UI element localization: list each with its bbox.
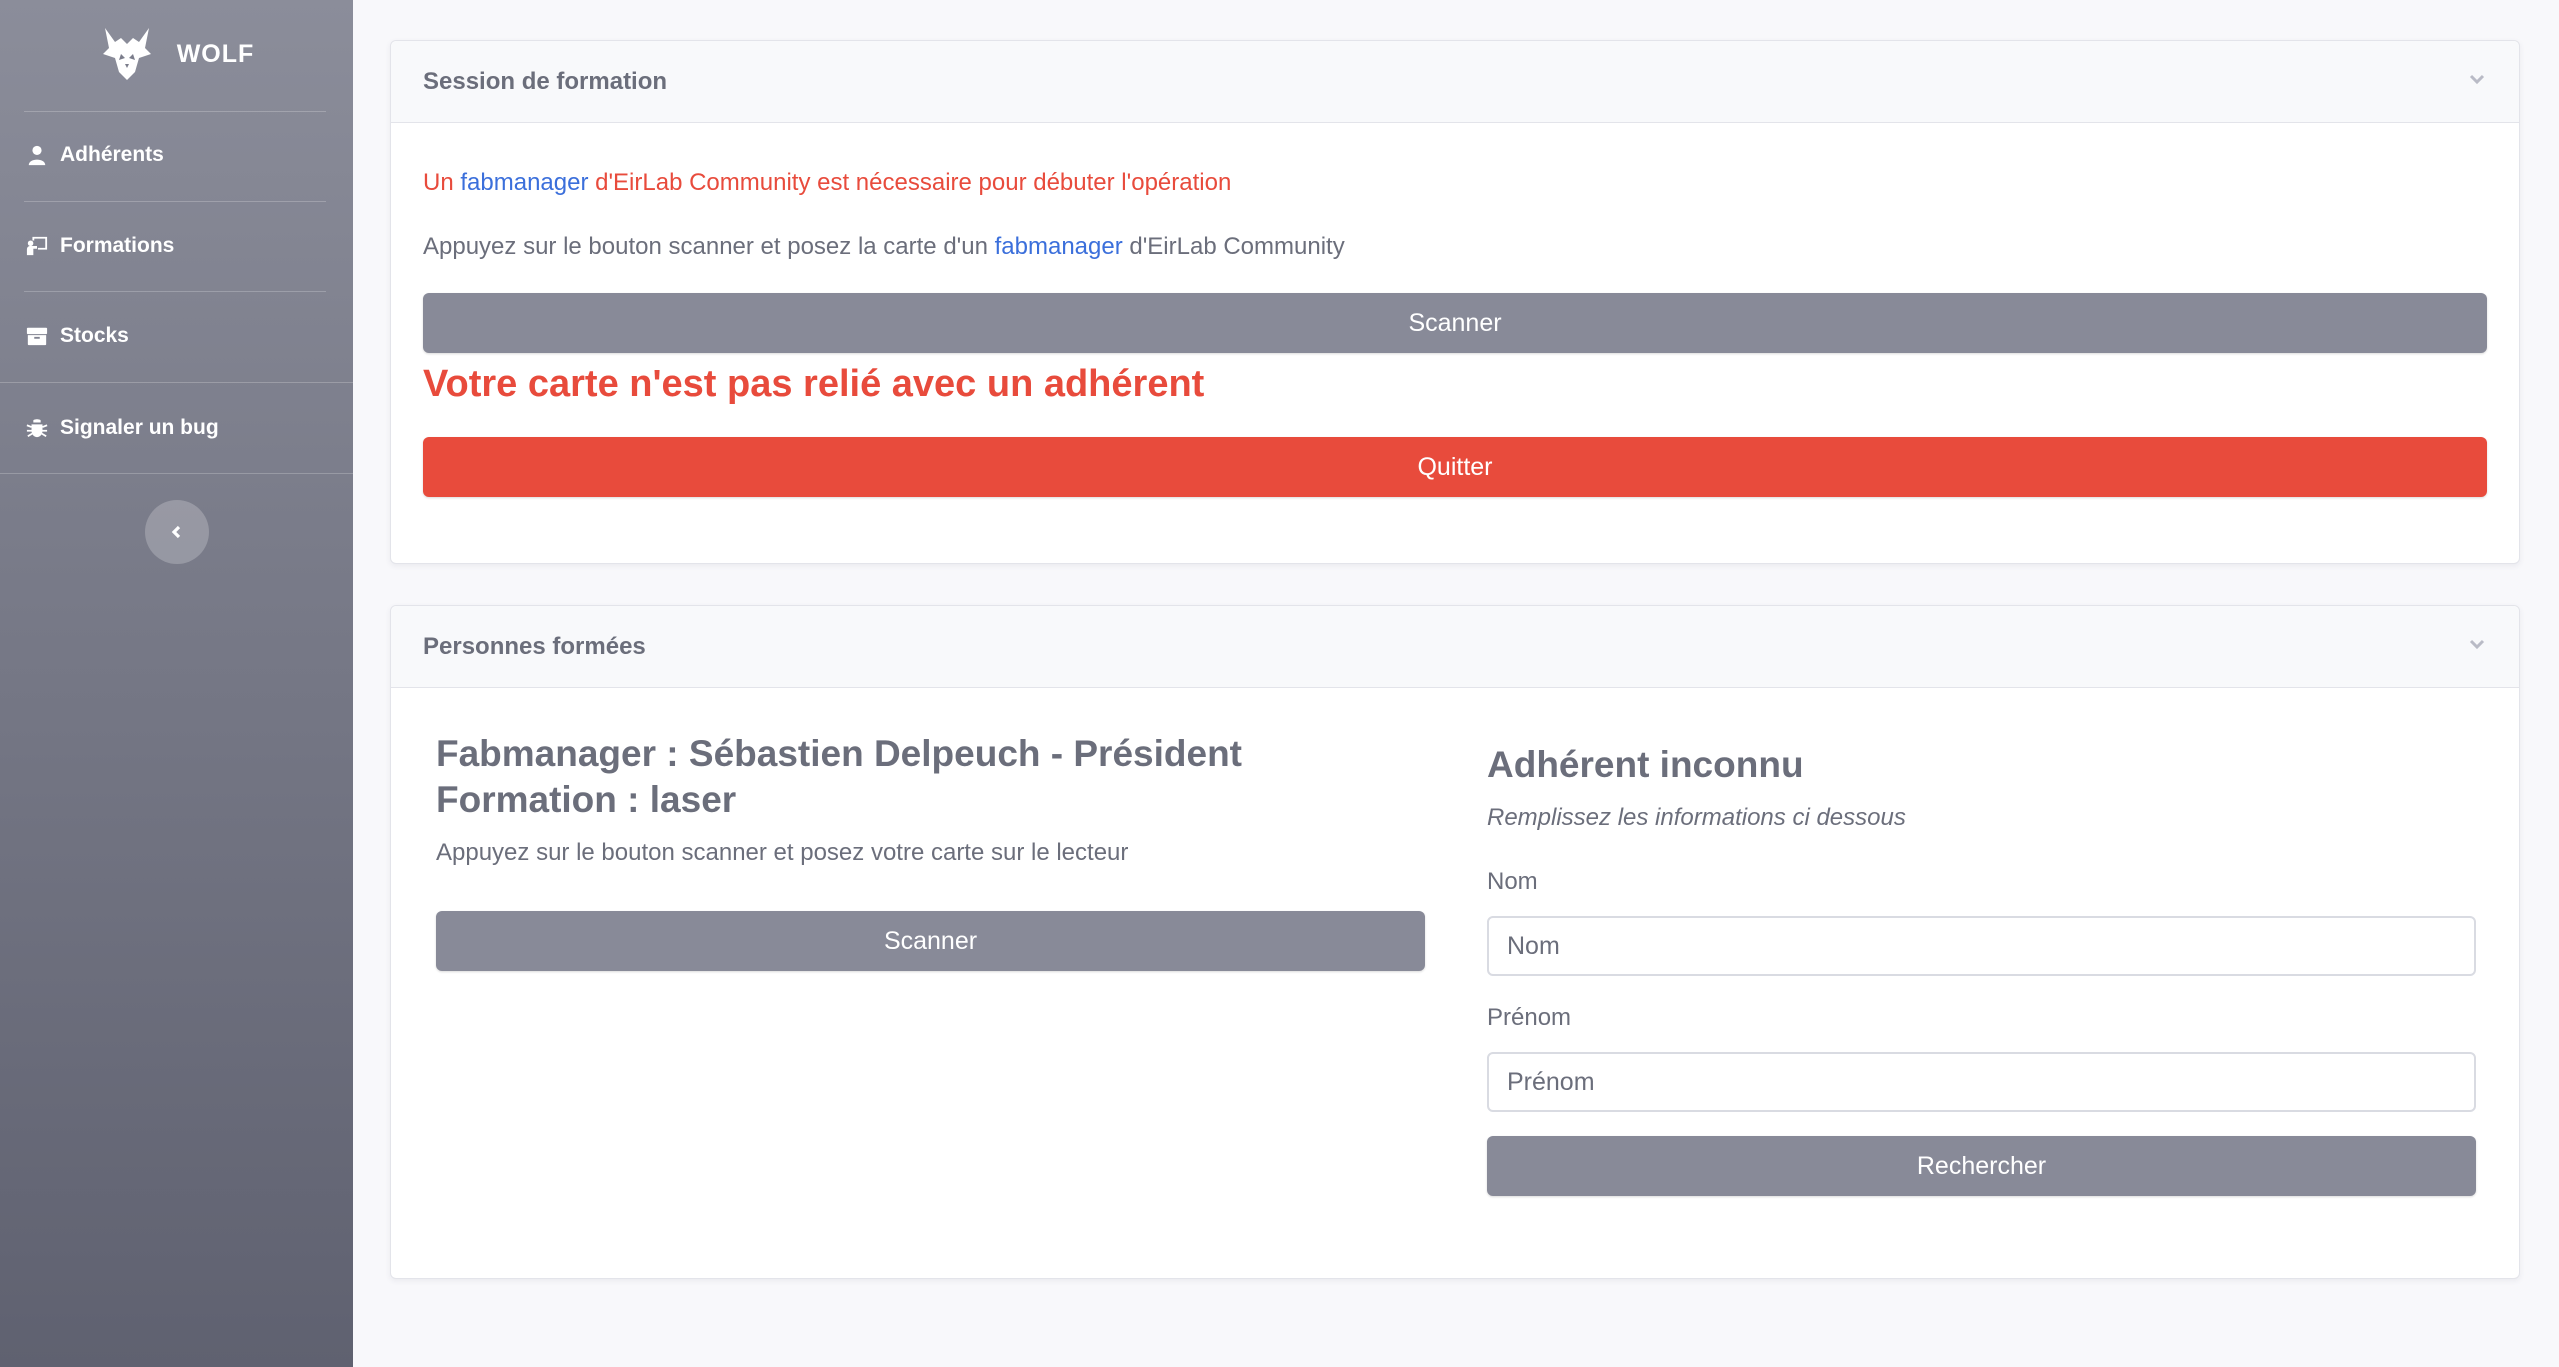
chalkboard-icon — [26, 236, 48, 256]
card-title: Personnes formées — [423, 632, 646, 660]
sidebar-item-adherents[interactable]: Adhérents — [26, 130, 326, 180]
scan-fabmanager-button[interactable]: Scanner — [423, 293, 2487, 353]
fabmanager-link[interactable]: fabmanager — [460, 169, 588, 196]
sidebar-item-label: Adhérents — [60, 143, 164, 166]
quit-button[interactable]: Quitter — [423, 437, 2487, 497]
brand-name: WOLF — [176, 39, 255, 68]
wolf-logo-icon — [102, 28, 151, 80]
session-card-header[interactable]: Session de formation — [391, 41, 2519, 123]
instruction-text: Appuyez sur le bouton scanner et posez l… — [423, 233, 995, 260]
requirement-text: Un — [423, 169, 461, 196]
formation-heading: Formation : laser — [436, 779, 737, 820]
sidebar-item-label: Formations — [60, 234, 175, 257]
sidebar-item-stocks[interactable]: Stocks — [26, 311, 326, 361]
brand[interactable]: WOLF — [0, 18, 353, 90]
chevron-down-icon[interactable] — [2467, 69, 2487, 94]
sidebar-divider — [24, 201, 326, 202]
card-title: Session de formation — [423, 67, 668, 95]
requirement-message: Un fabmanager d'EirLab Community est néc… — [423, 169, 1231, 197]
prenom-input[interactable] — [1487, 1052, 2476, 1112]
unknown-member-subtitle: Remplissez les informations ci dessous — [1487, 804, 1906, 831]
unknown-member-title: Adhérent inconnu — [1487, 744, 1804, 785]
sidebar-item-label: Stocks — [60, 324, 129, 347]
trained-people-card: Personnes formées Fabmanager : Sébastien… — [390, 605, 2520, 1279]
chevron-left-icon — [171, 525, 181, 539]
sidebar-divider — [0, 382, 353, 383]
sidebar-item-formations[interactable]: Formations — [26, 221, 326, 271]
card-scan-instruction: Appuyez sur le bouton scanner et posez v… — [436, 839, 1129, 866]
sidebar: WOLF Adhérents Formations Stocks Signale… — [0, 0, 353, 1367]
bug-icon — [26, 419, 48, 438]
prenom-label: Prénom — [1487, 1004, 1572, 1031]
sidebar-collapse-button[interactable] — [145, 500, 209, 564]
sidebar-item-label: Signaler un bug — [60, 416, 219, 439]
scan-instruction: Appuyez sur le bouton scanner et posez l… — [423, 233, 1345, 261]
search-button[interactable]: Rechercher — [1487, 1136, 2476, 1196]
scan-card-button[interactable]: Scanner — [436, 911, 1425, 971]
nom-label: Nom — [1487, 868, 1538, 895]
user-icon — [28, 145, 46, 166]
card-error-message: Votre carte n'est pas relié avec un adhé… — [423, 363, 1205, 405]
chevron-down-icon[interactable] — [2467, 634, 2487, 659]
fabmanager-heading: Fabmanager : Sébastien Delpeuch - Présid… — [436, 733, 1242, 774]
instruction-text: d'EirLab Community — [1122, 233, 1345, 260]
sidebar-divider — [0, 473, 353, 474]
sidebar-divider — [24, 291, 326, 292]
box-icon — [26, 327, 48, 346]
trained-card-header[interactable]: Personnes formées — [391, 606, 2519, 688]
sidebar-item-signaler-bug[interactable]: Signaler un bug — [26, 403, 326, 453]
fabmanager-link[interactable]: fabmanager — [995, 233, 1123, 260]
sidebar-divider — [24, 111, 326, 112]
nom-input[interactable] — [1487, 916, 2476, 976]
requirement-text: d'EirLab Community est nécessaire pour d… — [588, 169, 1232, 196]
session-card: Session de formation Un fabmanager d'Eir… — [390, 40, 2520, 564]
